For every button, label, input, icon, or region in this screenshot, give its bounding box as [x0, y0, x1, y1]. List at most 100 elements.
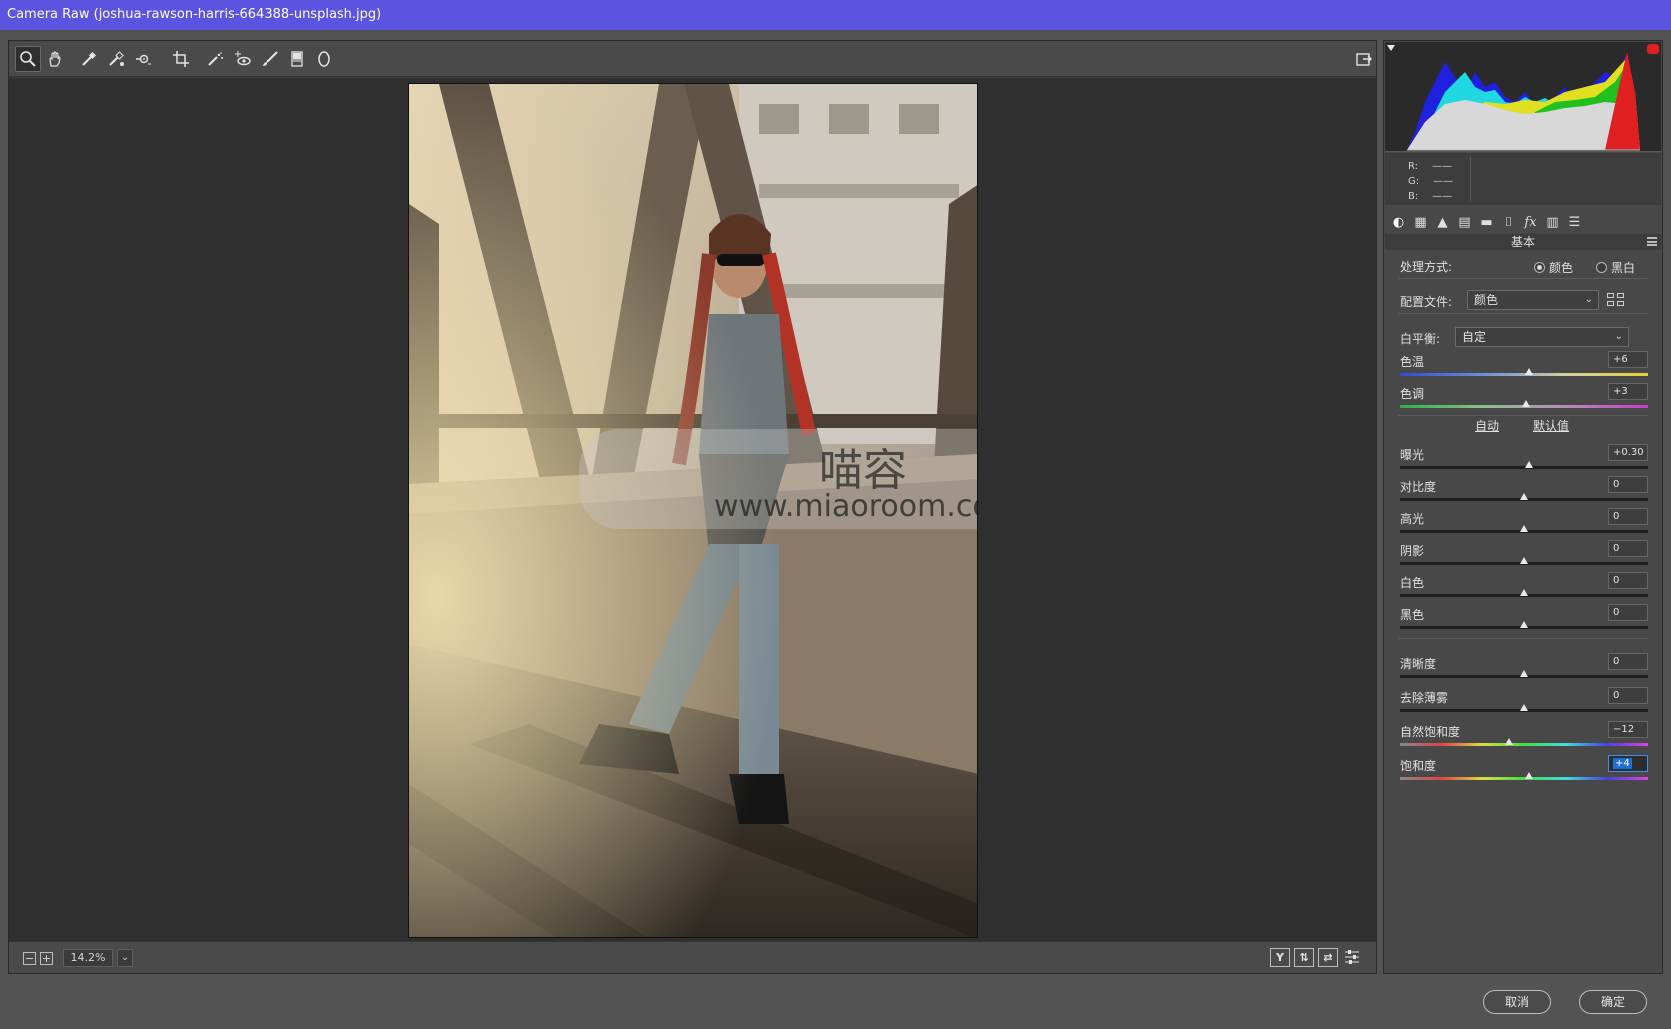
saturation-thumb[interactable] — [1524, 772, 1533, 779]
presets-tab-icon[interactable]: ☰ — [1566, 214, 1583, 231]
histogram — [1385, 42, 1661, 152]
default-link[interactable]: 默认值 — [1533, 417, 1569, 434]
auto-link[interactable]: 自动 — [1475, 417, 1499, 434]
dehaze-slider[interactable]: 去除薄雾 0 — [1400, 687, 1648, 719]
histogram-graph — [1387, 44, 1659, 151]
contrast-thumb[interactable] — [1520, 493, 1528, 500]
contrast-slider[interactable]: 对比度 0 — [1400, 476, 1648, 508]
spot-removal-tool-icon[interactable] — [202, 46, 228, 72]
zoom-out-button[interactable]: − — [23, 951, 36, 965]
shadows-thumb[interactable] — [1520, 557, 1528, 564]
dehaze-thumb[interactable] — [1520, 704, 1528, 711]
exposure-slider[interactable]: 曝光 +0.30 — [1400, 444, 1648, 476]
color-sampler-tool-icon[interactable] — [103, 46, 129, 72]
detail-tab-icon[interactable]: ▲ — [1434, 214, 1451, 231]
tint-slider[interactable]: 色调 +3 — [1400, 383, 1648, 415]
swap-settings-button[interactable]: ⇄ — [1318, 948, 1338, 967]
tool-bar — [9, 41, 1376, 77]
temp-label: 色温 — [1400, 355, 1425, 369]
contrast-value[interactable]: 0 — [1608, 476, 1648, 493]
r-value: —— — [1432, 161, 1453, 172]
saturation-value-text: +4 — [1613, 758, 1632, 769]
whites-slider[interactable]: 白色 0 — [1400, 572, 1648, 604]
white-balance-tool-icon[interactable] — [76, 46, 102, 72]
shadow-clipping-icon — [1387, 45, 1395, 51]
red-eye-tool-icon[interactable] — [229, 46, 255, 72]
saturation-slider[interactable]: 饱和度 +4 — [1400, 755, 1648, 787]
wb-select[interactable]: 自定 ⌄ — [1455, 327, 1629, 347]
effects-tab-icon[interactable]: fx — [1522, 214, 1539, 231]
whites-value[interactable]: 0 — [1608, 572, 1648, 589]
zoom-in-button[interactable]: + — [40, 951, 53, 965]
tone-curve-tab-icon[interactable]: ▦ — [1412, 214, 1429, 231]
process-label: 处理方式: — [1400, 260, 1453, 274]
b-value: —— — [1432, 191, 1453, 202]
tint-label: 色调 — [1400, 387, 1425, 401]
hand-tool-icon[interactable] — [42, 46, 68, 72]
zoom-tool-icon[interactable] — [15, 46, 41, 72]
graduated-filter-tool-icon[interactable] — [284, 46, 310, 72]
saturation-value[interactable]: +4 — [1608, 755, 1648, 772]
section-title: 基本 — [1385, 234, 1661, 250]
tint-thumb[interactable] — [1522, 400, 1531, 407]
wb-label: 白平衡: — [1400, 332, 1441, 346]
profile-select[interactable]: 颜色 ⌄ — [1467, 290, 1599, 310]
color-radio[interactable] — [1534, 262, 1545, 273]
dehaze-value[interactable]: 0 — [1608, 687, 1648, 704]
split-toning-tab-icon[interactable]: ▬ — [1478, 214, 1495, 231]
clarity-slider[interactable]: 清晰度 0 — [1400, 653, 1648, 685]
blacks-thumb[interactable] — [1520, 621, 1528, 628]
targeted-adjustment-tool-icon[interactable] — [130, 46, 156, 72]
image-canvas[interactable]: 喵容 www.miaoroom.com — [9, 78, 1376, 943]
lens-corrections-tab-icon[interactable]: ⌷ — [1500, 214, 1517, 231]
rgb-readout: R: —— G: —— B: —— — [1385, 153, 1661, 205]
shadows-slider[interactable]: 阴影 0 — [1400, 540, 1648, 572]
temp-slider[interactable]: 色温 +6 — [1400, 351, 1648, 383]
ok-button[interactable]: 确定 — [1579, 990, 1647, 1014]
view-mode-button[interactable]: Y — [1270, 948, 1290, 967]
blacks-slider[interactable]: 黑色 0 — [1400, 604, 1648, 636]
process-color-option[interactable]: 颜色 — [1534, 259, 1573, 276]
g-label: G: — [1408, 176, 1420, 187]
before-after-button[interactable]: ⇅ — [1294, 948, 1314, 967]
blacks-label: 黑色 — [1400, 608, 1425, 622]
temp-thumb[interactable] — [1524, 368, 1533, 375]
profile-browser-icon[interactable] — [1607, 293, 1625, 307]
highlights-thumb[interactable] — [1520, 525, 1528, 532]
tint-value[interactable]: +3 — [1608, 383, 1648, 400]
profile-value: 颜色 — [1474, 293, 1499, 307]
g-value: —— — [1433, 176, 1454, 187]
chevron-down-icon: ⌄ — [1584, 294, 1593, 305]
process-bw-option[interactable]: 黑白 — [1596, 259, 1635, 276]
bw-radio[interactable] — [1596, 262, 1607, 273]
open-preferences-icon[interactable] — [1351, 46, 1377, 72]
zoom-level[interactable]: 14.2% — [63, 949, 113, 967]
temp-value[interactable]: +6 — [1608, 351, 1648, 368]
vibrance-slider[interactable]: 自然饱和度 −12 — [1400, 721, 1648, 753]
vibrance-value[interactable]: −12 — [1608, 721, 1648, 738]
exposure-thumb[interactable] — [1524, 461, 1533, 468]
highlights-slider[interactable]: 高光 0 — [1400, 508, 1648, 540]
vibrance-thumb[interactable] — [1505, 738, 1514, 745]
exposure-value[interactable]: +0.30 — [1608, 444, 1648, 461]
cancel-button[interactable]: 取消 — [1483, 990, 1551, 1014]
zoom-dropdown[interactable]: ⌄ — [117, 949, 133, 967]
vibrance-track[interactable] — [1400, 743, 1648, 746]
settings-sliders-icon[interactable] — [1342, 948, 1362, 967]
basic-tab-icon[interactable]: ◐ — [1390, 214, 1407, 231]
highlights-value[interactable]: 0 — [1608, 508, 1648, 525]
shadows-value[interactable]: 0 — [1608, 540, 1648, 557]
crop-tool-icon[interactable] — [168, 46, 194, 72]
adjustment-brush-tool-icon[interactable] — [257, 46, 283, 72]
radial-filter-tool-icon[interactable] — [311, 46, 337, 72]
calibration-tab-icon[interactable]: ▥ — [1544, 214, 1561, 231]
b-label: B: — [1408, 191, 1419, 202]
clarity-value[interactable]: 0 — [1608, 653, 1648, 670]
exposure-label: 曝光 — [1400, 448, 1425, 462]
clarity-thumb[interactable] — [1520, 670, 1528, 677]
panel-menu-icon[interactable] — [1647, 237, 1657, 246]
whites-thumb[interactable] — [1520, 589, 1528, 596]
blacks-value[interactable]: 0 — [1608, 604, 1648, 621]
hsl-tab-icon[interactable]: ▤ — [1456, 214, 1473, 231]
highlights-label: 高光 — [1400, 512, 1425, 526]
